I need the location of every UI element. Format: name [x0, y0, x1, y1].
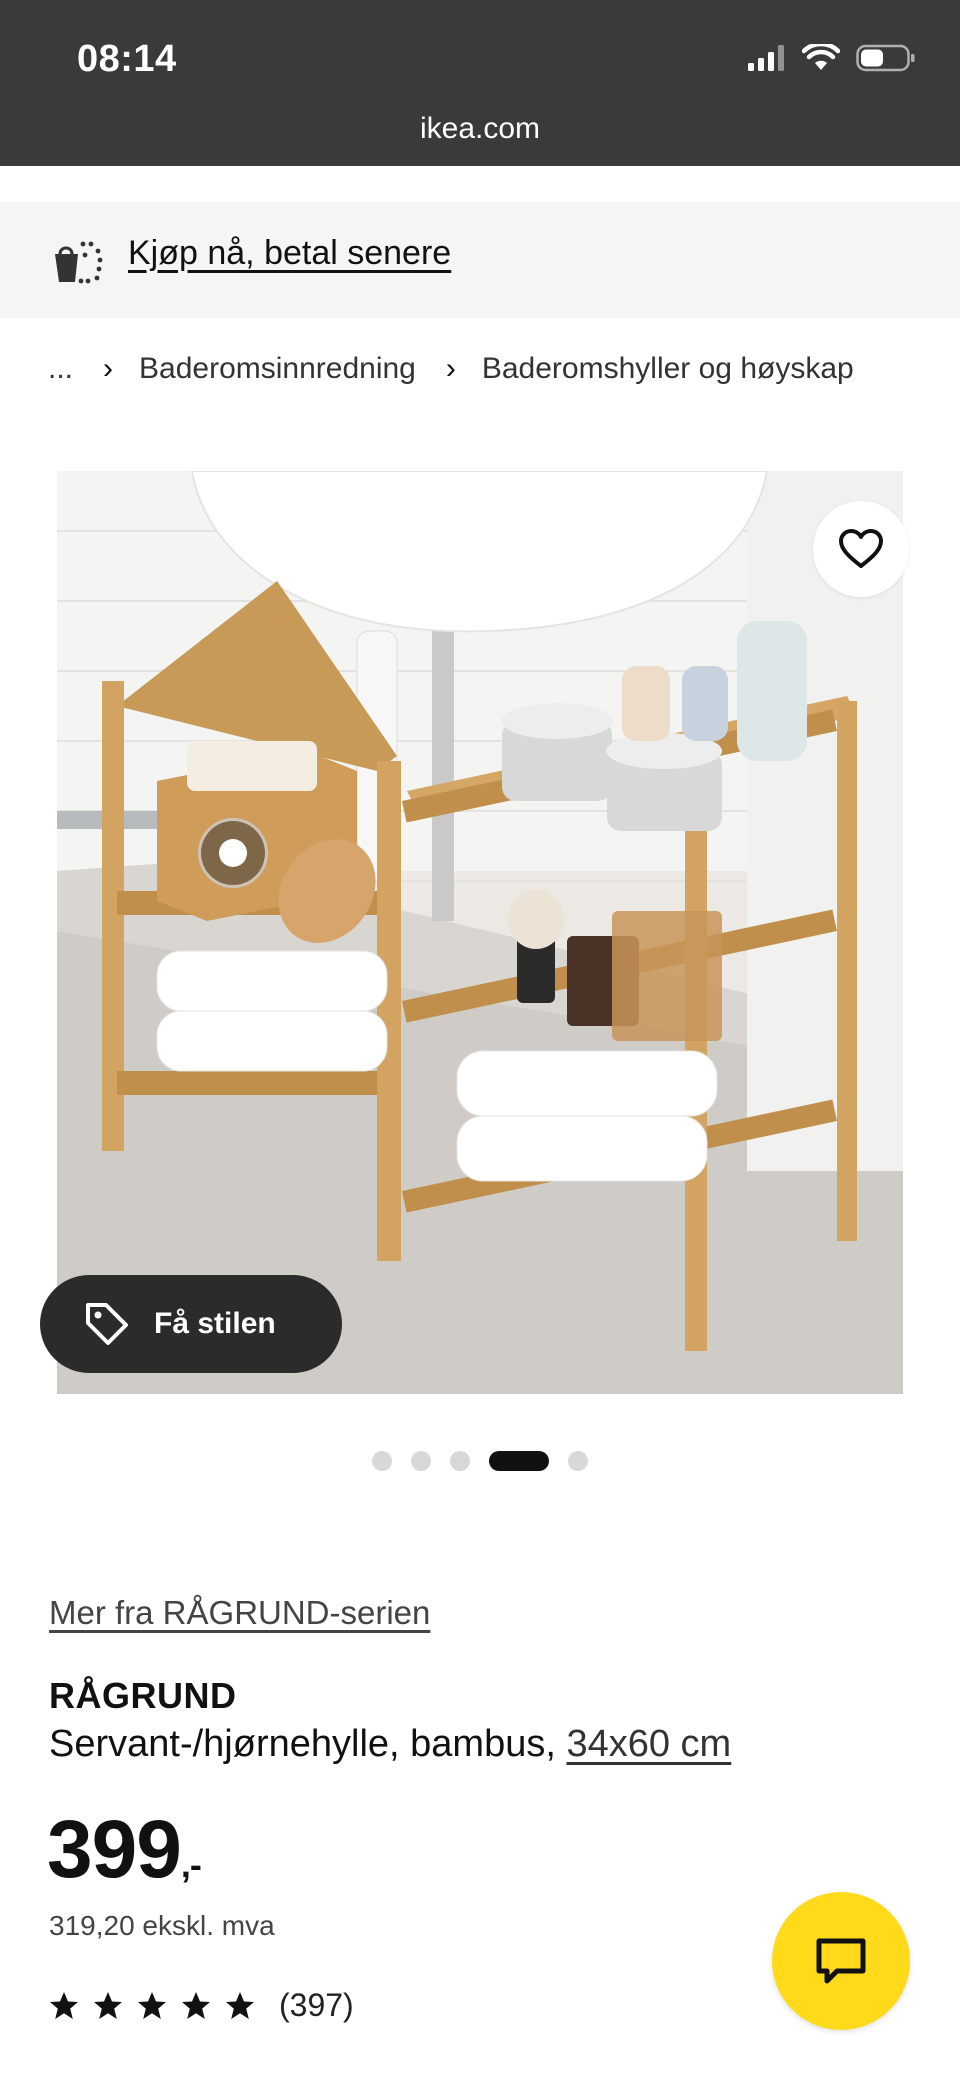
breadcrumb-bathroom-shelves[interactable]: Baderomshyller og høyskap [482, 352, 854, 386]
carousel-dots [0, 1451, 960, 1471]
product-name: RÅGRUND [49, 1675, 237, 1716]
address-bar-url[interactable]: ikea.com [0, 112, 960, 146]
carousel-dot[interactable] [411, 1451, 431, 1471]
browser-status-bar: 08:14 ikea.com [0, 0, 960, 166]
star-icon [226, 1992, 254, 2019]
product-description: Servant-/hjørnehylle, bambus, 34x60 cm [49, 1723, 731, 1766]
status-icons [748, 44, 916, 72]
star-icon [50, 1992, 78, 2019]
chat-icon [816, 1938, 866, 1984]
chevron-right-icon: › [445, 352, 456, 385]
product-description-text: Servant-/hjørnehylle, bambus, [49, 1723, 556, 1765]
promo-banner: Kjøp nå, betal senere [0, 202, 960, 318]
carousel-dot[interactable] [568, 1451, 588, 1471]
product-photo [57, 471, 903, 1394]
battery-icon [856, 44, 915, 72]
get-the-look-label: Få stilen [154, 1307, 276, 1340]
breadcrumb-bathroom-furniture[interactable]: Baderomsinnredning [139, 352, 416, 386]
get-the-look-button[interactable]: Få stilen [40, 1275, 342, 1373]
price-suffix: ,- [180, 1844, 202, 1885]
buy-now-pay-later-link[interactable]: Kjøp nå, betal senere [128, 234, 451, 273]
star-icon [182, 1992, 210, 2019]
chevron-right-icon: › [103, 352, 114, 385]
star-icon [138, 1992, 166, 2019]
favorite-button[interactable] [813, 501, 909, 597]
chat-button[interactable] [772, 1892, 910, 2030]
carousel-dot[interactable] [372, 1451, 392, 1471]
price-value: 399 [47, 1804, 182, 1895]
heart-icon [839, 529, 883, 568]
review-count[interactable]: (397) [279, 1987, 354, 2024]
product-image[interactable] [57, 471, 903, 1394]
breadcrumb-ellipsis[interactable]: ... [48, 352, 73, 386]
star-icon [94, 1992, 122, 2019]
tag-icon [86, 1303, 128, 1345]
product-price: 399,- [47, 1803, 202, 1897]
carousel-dot-active[interactable] [489, 1451, 549, 1471]
hotspot-dot [219, 839, 247, 867]
size-link[interactable]: 34x60 cm [566, 1723, 731, 1765]
shopping-bag-icon [55, 241, 103, 284]
price-ex-vat: 319,20 ekskl. mva [49, 1910, 275, 1941]
status-time: 08:14 [77, 38, 177, 80]
product-rating[interactable]: (397) [49, 1987, 354, 2024]
signal-icon [748, 45, 784, 71]
rating-stars [49, 1991, 255, 2020]
product-hotspot[interactable] [198, 818, 268, 888]
carousel-dot[interactable] [450, 1451, 470, 1471]
wifi-icon [802, 44, 840, 70]
breadcrumb: ... › Baderomsinnredning › Baderomshylle… [48, 352, 854, 386]
series-link[interactable]: Mer fra RÅGRUND-serien [49, 1594, 430, 1632]
